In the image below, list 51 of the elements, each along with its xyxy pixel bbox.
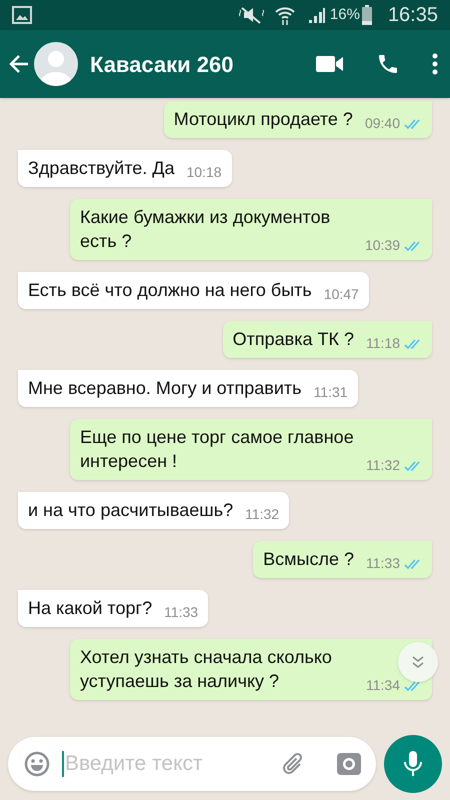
chevrons-down-icon	[411, 655, 425, 669]
camera-icon[interactable]	[336, 751, 362, 777]
sent-message[interactable]: Отправка ТК ? 11:18	[222, 321, 432, 358]
message-time: 11:32	[366, 456, 400, 475]
message-time: 09:40	[364, 114, 400, 133]
message-input[interactable]: Введите текст	[65, 748, 280, 780]
message-text: Какие бумажки из документов есть ?	[80, 206, 332, 253]
received-message[interactable]: Есть всё что должно на него быть 10:47	[18, 272, 369, 309]
clock: 16:35	[388, 3, 438, 28]
message-text: Мне всеравно. Могу и отправить	[28, 377, 302, 400]
received-message[interactable]: Здравствуйте. Да 10:18	[18, 150, 232, 187]
sent-message[interactable]: Всмысле ? 11:33	[253, 541, 432, 578]
sent-message[interactable]: Мотоцикл продаете ? 09:40	[164, 101, 432, 138]
message-text: Есть всё что должно на него быть	[28, 279, 312, 302]
received-message[interactable]: На какой торг? 11:33	[18, 590, 208, 627]
signal-icon	[308, 6, 326, 24]
menu-icon[interactable]	[432, 53, 438, 75]
sent-message[interactable]: Еще по цене торг самое главное интересен ! 11:32	[70, 419, 432, 480]
message-text: и на что расчитываешь?	[28, 499, 234, 522]
phone-icon[interactable]	[376, 52, 400, 76]
message-text: Здравствуйте. Да	[28, 157, 174, 180]
message-text: Хотел узнать сначала сколько уступаешь за наличку ?	[80, 646, 333, 693]
message-text: Еще по цене торг самое главное интересен !	[80, 426, 354, 473]
message-text: Мотоцикл продаете ?	[174, 108, 353, 131]
mute-icon	[238, 5, 266, 25]
message-time: 11:31	[314, 383, 348, 402]
received-message[interactable]: и на что расчитываешь? 11:32	[18, 492, 290, 529]
back-icon[interactable]	[8, 53, 30, 75]
battery-percent: 16%	[330, 4, 360, 25]
message-time: 11:32	[245, 505, 280, 524]
gallery-icon	[12, 6, 32, 24]
message-time: 11:33	[164, 603, 198, 622]
message-time: 11:34	[366, 676, 400, 695]
sent-message[interactable]: Хотел узнать сначала сколько уступаешь за наличку ? 11:34	[70, 639, 432, 700]
message-text: Отправка ТК ?	[232, 328, 354, 351]
video-call-icon[interactable]	[316, 55, 344, 73]
message-field[interactable]: Введите текст	[8, 737, 376, 791]
avatar[interactable]	[34, 42, 78, 86]
message-text: На какой торг?	[28, 597, 152, 620]
sent-message[interactable]: Какие бумажки из документов есть ? 10:39	[70, 199, 432, 260]
battery-icon	[362, 5, 372, 25]
message-time: 10:47	[324, 285, 359, 304]
message-time: 11:33	[366, 554, 400, 573]
message-time: 10:39	[364, 236, 400, 255]
message-text: Всмысле ?	[263, 548, 354, 571]
contact-name[interactable]: Кавасаки 260	[90, 48, 234, 80]
emoji-icon[interactable]	[24, 751, 50, 777]
message-time: 10:18	[186, 163, 222, 182]
message-time: 11:18	[366, 334, 400, 353]
received-message[interactable]: Мне всеравно. Могу и отправить 11:31	[18, 370, 358, 407]
microphone-icon	[404, 751, 422, 777]
